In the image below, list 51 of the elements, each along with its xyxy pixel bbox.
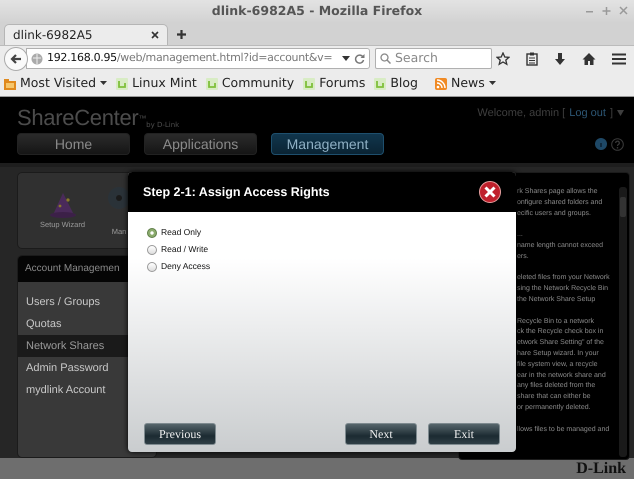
radio-button[interactable] <box>147 228 157 238</box>
welcome-text: Welcome, admin [ <box>477 106 566 121</box>
nav-tab[interactable]: Applications <box>144 133 257 155</box>
option-label[interactable]: Read Only <box>161 226 202 239</box>
window-title: dlink-6982A5 - Mozilla Firefox <box>212 2 422 20</box>
browser-tab[interactable]: dlink-6982A5 <box>4 24 168 45</box>
bookmark-link[interactable]: News <box>434 74 496 93</box>
tab-title: dlink-6982A5 <box>13 27 93 44</box>
leaf-icon <box>206 78 218 90</box>
leaf-icon <box>116 78 128 90</box>
reload-icon[interactable] <box>354 53 365 64</box>
feed-icon <box>434 78 447 90</box>
globe-icon <box>31 52 43 64</box>
caret-icon <box>488 81 496 86</box>
bookmark-link[interactable]: Most Visited <box>4 74 108 93</box>
home-icon[interactable] <box>582 52 596 66</box>
close-icon[interactable] <box>479 181 501 203</box>
address-field[interactable]: 192.168.0.95/web/management.html?id=account&v= <box>26 48 370 69</box>
back-button[interactable] <box>4 46 28 70</box>
leaf-icon <box>303 78 316 90</box>
back-icon <box>10 52 22 64</box>
scrollbar-thumb[interactable] <box>620 197 626 217</box>
nav-tab[interactable]: Management <box>271 133 384 155</box>
download-icon[interactable] <box>554 52 566 66</box>
new-tab-icon[interactable] <box>177 30 186 39</box>
radio-button[interactable] <box>147 262 157 272</box>
radio-button[interactable] <box>147 244 157 254</box>
option-label[interactable]: Read / Write <box>161 243 208 256</box>
dialog-button[interactable]: Exit <box>428 423 500 445</box>
bookmark-link[interactable]: Community <box>206 74 294 93</box>
star-icon[interactable] <box>496 52 510 66</box>
welcome-text: ] <box>610 106 613 121</box>
dropdown-icon[interactable] <box>342 56 350 62</box>
search-icon <box>380 53 391 64</box>
scrollbar[interactable] <box>619 187 627 457</box>
dialog-button[interactable]: Previous <box>144 423 216 445</box>
option-label[interactable]: Deny Access <box>161 260 210 273</box>
brand-logo: D-Link <box>576 458 626 478</box>
dialog-button[interactable]: Next <box>345 423 417 445</box>
menu-icon[interactable] <box>612 52 626 64</box>
caret-icon <box>100 81 108 86</box>
search-field[interactable]: Search <box>375 48 492 69</box>
leaf-icon <box>374 78 386 90</box>
clipboard-icon[interactable] <box>526 52 538 66</box>
bookmark-link[interactable]: Forums <box>303 74 366 93</box>
bookmark-link[interactable]: Blog <box>374 74 418 93</box>
close-icon[interactable] <box>151 31 159 39</box>
nav-tab[interactable]: Home <box>17 133 130 155</box>
folder-icon <box>4 78 16 90</box>
dialog-title: Step 2-1: Assign Access Rights <box>143 184 330 201</box>
bookmark-link[interactable]: Linux Mint <box>116 74 197 93</box>
